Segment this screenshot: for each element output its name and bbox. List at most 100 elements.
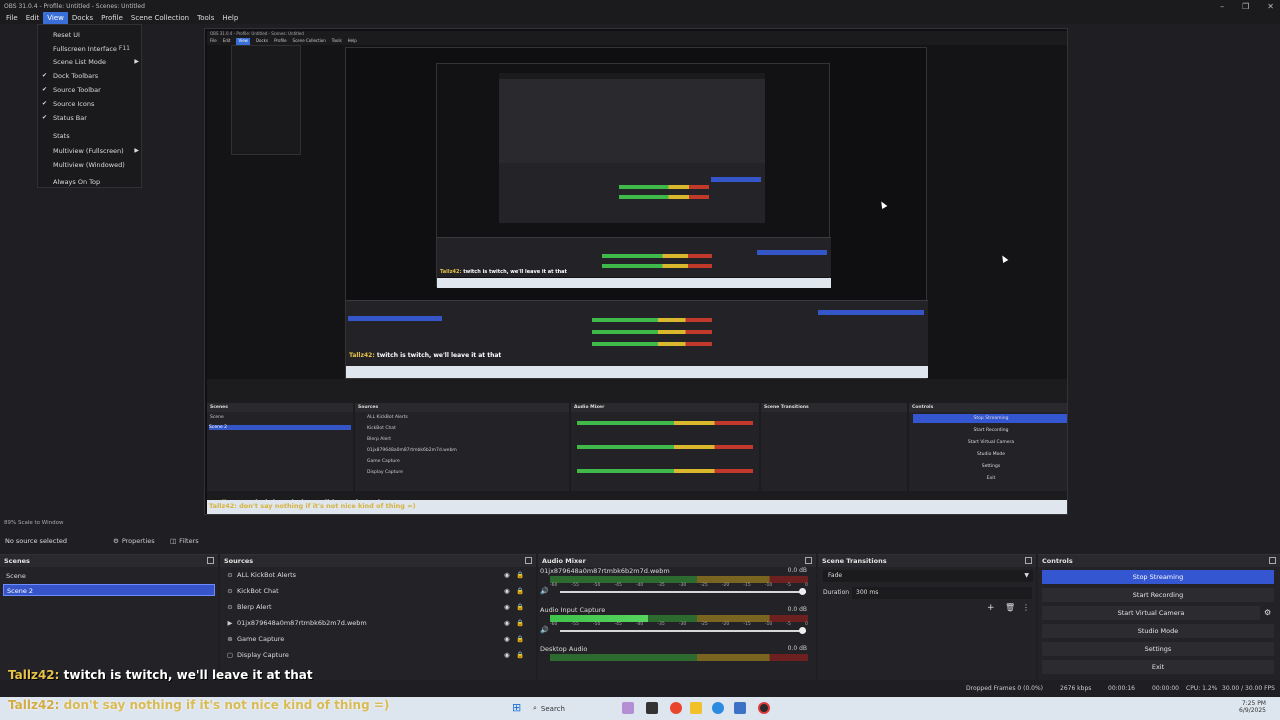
mixer-db-value: 0.0 dB [787, 645, 807, 652]
taskbar-app-icon[interactable] [646, 702, 658, 714]
start-virtual-camera-button[interactable]: Start Virtual Camera [1042, 606, 1260, 620]
taskbar-clock[interactable]: 7:25 PM 6/9/2025 [1239, 700, 1266, 714]
lock-icon[interactable]: 🔒 [516, 651, 524, 659]
source-item[interactable]: ⊙ Blerp Alert ◉ 🔒 [226, 600, 526, 614]
nested-source-item: KickBot Chat [367, 426, 396, 431]
gear-icon[interactable]: ⚙ [1264, 608, 1271, 617]
view-menu-item[interactable]: Always On Top [38, 175, 143, 188]
maximize-icon[interactable]: ❐ [1242, 2, 1249, 11]
source-item-label: Display Capture [237, 651, 289, 659]
clock-time: 7:25 PM [1241, 700, 1266, 707]
add-transition-icon[interactable]: + [987, 603, 995, 613]
exit-button[interactable]: Exit [1042, 660, 1274, 674]
view-menu-item[interactable]: ✔ Status Bar [38, 111, 143, 124]
minimize-icon[interactable]: – [1220, 2, 1224, 11]
view-menu-item[interactable]: ✔ Source Toolbar [38, 83, 143, 96]
start-recording-button[interactable]: Start Recording [1042, 588, 1274, 602]
source-item[interactable]: ⊛ Game Capture ◉ 🔒 [226, 632, 526, 646]
more-options-icon[interactable]: ⋮ [1022, 603, 1030, 612]
nested-taskbar [437, 278, 831, 288]
duration-input[interactable]: 300 ms [852, 587, 1032, 599]
source-item[interactable]: ⊙ KickBot Chat ◉ 🔒 [226, 584, 526, 598]
meter-tick-label: -50 [592, 583, 601, 588]
menu-docks[interactable]: Docks [68, 12, 97, 24]
menu-profile[interactable]: Profile [97, 12, 127, 24]
volume-slider[interactable] [560, 627, 806, 634]
undock-icon[interactable] [525, 557, 532, 564]
taskbar-app-icon[interactable] [712, 702, 724, 714]
taskbar-app-icon[interactable] [670, 702, 682, 714]
lock-icon[interactable]: 🔒 [516, 619, 524, 627]
lock-icon[interactable]: 🔒 [516, 635, 524, 643]
nested-control-button: Settings [981, 464, 1001, 469]
meter-tick-label: -25 [700, 622, 708, 627]
filters-button[interactable]: ◫ Filters [170, 537, 199, 545]
eye-icon[interactable]: ◉ [504, 651, 510, 659]
settings-button[interactable]: Settings [1042, 642, 1274, 656]
eye-icon[interactable]: ◉ [504, 571, 510, 579]
view-menu-item-label: Multiview (Windowed) [53, 160, 125, 169]
taskbar-app-icon[interactable] [734, 702, 746, 714]
view-menu-item[interactable]: ✔ Dock Toolbars [38, 69, 143, 82]
shortcut-label: F11 [118, 45, 130, 52]
undock-icon[interactable] [207, 557, 214, 564]
menu-help[interactable]: Help [218, 12, 242, 24]
speaker-icon[interactable]: 🔊 [540, 626, 549, 634]
taskbar-app-icon[interactable] [622, 702, 634, 714]
trash-icon[interactable]: 🗑 [1005, 603, 1015, 612]
view-menu-item[interactable]: ✔ Source Icons [38, 97, 143, 110]
view-menu-item[interactable]: Multiview (Windowed) [38, 158, 143, 171]
menu-view[interactable]: View [43, 12, 68, 24]
meter-tick-label: -55 [571, 622, 579, 627]
undock-icon[interactable] [1269, 557, 1276, 564]
properties-button[interactable]: ⚙ Properties [113, 537, 155, 545]
menu-edit[interactable]: Edit [22, 12, 44, 24]
lock-icon[interactable]: 🔒 [516, 587, 524, 595]
obs-taskbar-icon[interactable] [758, 702, 770, 714]
volume-slider-handle[interactable] [799, 588, 806, 595]
lock-icon[interactable]: 🔒 [516, 571, 524, 579]
volume-slider-handle[interactable] [799, 627, 806, 634]
scene-item[interactable]: Scene [3, 570, 215, 582]
view-menu-item[interactable]: Scene List Mode ▶ [38, 55, 143, 68]
undock-icon[interactable] [805, 557, 812, 564]
stop-streaming-button[interactable]: Stop Streaming [1042, 570, 1274, 584]
source-item[interactable]: ▶ 01jx879648a0m87rtmbk6b2m7d.webm ◉ 🔒 [226, 616, 526, 630]
menu-scene-collection[interactable]: Scene Collection [127, 12, 193, 24]
eye-icon[interactable]: ◉ [504, 619, 510, 627]
nested-control-button: Stop Streaming [913, 414, 1067, 423]
title-bar: OBS 31.0.4 - Profile: Untitled - Scenes:… [0, 0, 1280, 12]
view-menu-item[interactable]: Multiview (Fullscreen) ▶ [38, 144, 143, 157]
nested-preview-3: Tallz42: twitch is twitch, we'll leave i… [436, 63, 831, 288]
gear-icon: ⚙ [113, 537, 119, 545]
preview-scale-status[interactable]: 89% Scale to Window [0, 518, 1280, 528]
transition-type-select[interactable]: Fade ▼ [823, 570, 1033, 582]
menu-file[interactable]: File [2, 12, 22, 24]
preview-canvas[interactable]: OBS 31.0.4 - Profile: Untitled - Scenes:… [204, 28, 1068, 515]
volume-slider[interactable] [560, 588, 806, 595]
mixer-channel: Audio Input Capture 0.0 dB -60 -55 -50 -45 -40… [540, 606, 810, 644]
eye-icon[interactable]: ◉ [504, 587, 510, 595]
taskbar-search[interactable]: ⌕ Search [533, 702, 613, 715]
eye-icon[interactable]: ◉ [504, 603, 510, 611]
meter-tick-label: -15 [743, 622, 751, 627]
source-item[interactable]: ▢ Display Capture ◉ 🔒 [226, 648, 526, 662]
view-menu-item[interactable]: Reset UI [38, 28, 143, 41]
nested-dock-header: Scene Transitions [761, 403, 907, 412]
studio-mode-button[interactable]: Studio Mode [1042, 624, 1274, 638]
close-icon[interactable]: ✕ [1267, 2, 1274, 11]
menu-tools[interactable]: Tools [193, 12, 218, 24]
speaker-icon[interactable]: 🔊 [540, 587, 549, 595]
view-menu-item[interactable]: Stats [38, 129, 143, 142]
nested-sources-dock: Sources ALL KickBot Alerts KickBot Chat … [355, 403, 569, 491]
eye-icon[interactable]: ◉ [504, 635, 510, 643]
taskbar-app-icon[interactable] [690, 702, 702, 714]
lock-icon[interactable]: 🔒 [516, 603, 524, 611]
source-type-icon: ⊙ [227, 603, 233, 611]
source-item[interactable]: ⊙ ALL KickBot Alerts ◉ 🔒 [226, 568, 526, 582]
scene-item-selected[interactable]: Scene 2 [3, 584, 215, 596]
view-menu-item[interactable]: Fullscreen Interface F11 [38, 42, 143, 55]
windows-start-icon[interactable]: ⊞ [512, 701, 521, 714]
undock-icon[interactable] [1025, 557, 1032, 564]
volume-meter [550, 654, 808, 661]
